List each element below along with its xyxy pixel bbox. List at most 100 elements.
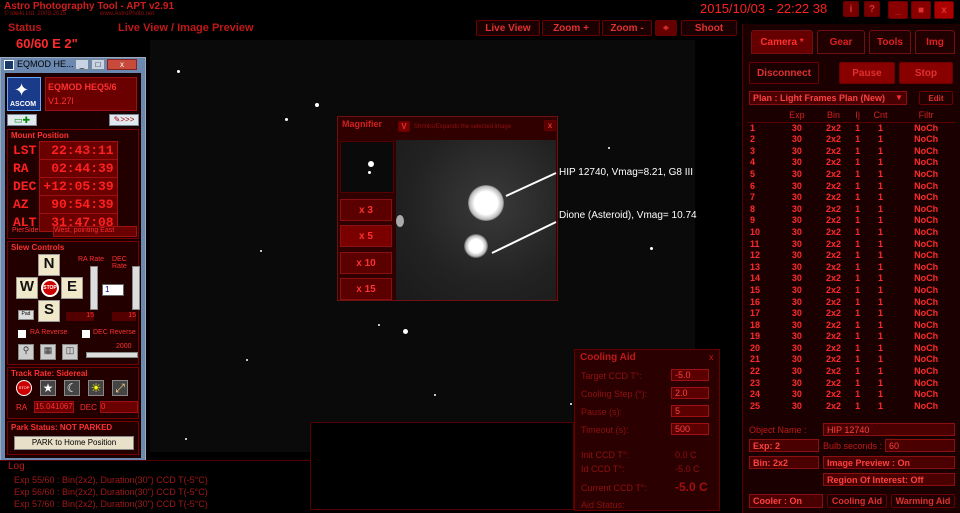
plan-cell: 1 xyxy=(855,342,861,353)
cooler-select[interactable]: Cooler : On xyxy=(749,494,823,508)
dec-track-value[interactable]: 0 xyxy=(100,401,138,413)
plan-cell: NoCh xyxy=(914,215,939,226)
setup-button[interactable]: ▭✚ xyxy=(7,114,37,126)
pad-button[interactable]: Pad xyxy=(18,310,34,320)
ra-rate-slider[interactable] xyxy=(90,266,98,310)
eqmod-close[interactable]: x xyxy=(107,59,137,70)
expand-button[interactable]: ✎>>> xyxy=(109,114,139,126)
plan-row[interactable]: 20 30 2x2 1 1 NoCh xyxy=(747,343,955,355)
eqmod-window: EQMOD HE... _ □ x ✦ ASCOM EQMOD HEQ5/6 V… xyxy=(0,57,146,461)
stop-track-icon[interactable]: STOP xyxy=(16,380,32,396)
log-title: Log xyxy=(8,461,25,472)
annotation-hip: HIP 12740, Vmag=8.21, G8 III xyxy=(559,167,694,178)
plan-header-cell: Bin xyxy=(815,110,852,123)
right-panel: Camera * Gear Tools Img Disconnect Pause… xyxy=(742,24,960,513)
plan-cell: 2x2 xyxy=(826,389,842,400)
plan-row[interactable]: 7 30 2x2 1 1 NoCh xyxy=(747,192,955,204)
grid-icon[interactable]: ▦ xyxy=(40,344,56,360)
plan-row[interactable]: 22 30 2x2 1 1 NoCh xyxy=(747,366,955,378)
ra-reverse-checkbox[interactable] xyxy=(18,330,26,338)
plan-cell: NoCh xyxy=(914,284,939,295)
plan-row[interactable]: 11 30 2x2 1 1 NoCh xyxy=(747,239,955,251)
slew-north[interactable]: N xyxy=(38,254,60,276)
tab-tools[interactable]: Tools xyxy=(869,30,911,54)
eqmod-min[interactable]: _ xyxy=(75,59,89,70)
cooling-step-field[interactable]: 2.0 xyxy=(671,387,709,399)
plan-row[interactable]: 2 30 2x2 1 1 NoCh xyxy=(747,134,955,146)
plan-row[interactable]: 4 30 2x2 1 1 NoCh xyxy=(747,157,955,169)
slew-south[interactable]: S xyxy=(38,300,60,322)
custom-icon[interactable]: ⤢ xyxy=(112,380,128,396)
target-temp-label: Target CCD T°: xyxy=(581,371,642,381)
plan-row[interactable]: 24 30 2x2 1 1 NoCh xyxy=(747,389,955,401)
histogram-panel xyxy=(310,422,574,510)
plan-cell: 1 xyxy=(877,366,883,377)
tab-img[interactable]: Img xyxy=(915,30,955,54)
pause-button[interactable]: Pause xyxy=(839,62,895,84)
speed-slider[interactable] xyxy=(86,352,138,358)
tab-camera[interactable]: Camera * xyxy=(751,30,813,54)
track-title: Track Rate: Sidereal xyxy=(11,369,88,378)
disconnect-button[interactable]: Disconnect xyxy=(749,62,819,84)
plan-cell: 30 xyxy=(791,261,802,272)
plan-row[interactable]: 23 30 2x2 1 1 NoCh xyxy=(747,378,955,390)
slew-west[interactable]: W xyxy=(16,277,38,299)
warming-aid-button[interactable]: Warming Aid xyxy=(891,494,955,508)
object-name-field[interactable]: HIP 12740 xyxy=(823,423,955,436)
plan-row[interactable]: 8 30 2x2 1 1 NoCh xyxy=(747,204,955,216)
plan-row[interactable]: 9 30 2x2 1 1 NoCh xyxy=(747,215,955,227)
binoculars-icon[interactable]: ⚲ xyxy=(18,344,34,360)
plan-row[interactable]: 25 30 2x2 1 1 NoCh xyxy=(747,401,955,413)
tab-gear[interactable]: Gear xyxy=(817,30,865,54)
roi-select[interactable]: Region Of Interest: Off xyxy=(823,473,955,486)
exp-select[interactable]: Exp: 2 xyxy=(749,439,819,452)
timeout-field[interactable]: 500 xyxy=(671,423,709,435)
plan-cell: 1 xyxy=(855,168,861,179)
pause-field[interactable]: 5 xyxy=(671,405,709,417)
cooling-close[interactable]: x xyxy=(709,352,714,362)
spiral-icon[interactable]: ◫ xyxy=(62,344,78,360)
bulb-field[interactable]: 60 xyxy=(885,439,955,452)
plan-cell: 1 xyxy=(877,354,883,365)
sidereal-icon[interactable]: ★ xyxy=(40,380,56,396)
bin-select[interactable]: Bin: 2x2 xyxy=(749,456,819,469)
plan-row[interactable]: 12 30 2x2 1 1 NoCh xyxy=(747,250,955,262)
lunar-icon[interactable]: ☾ xyxy=(64,380,80,396)
plan-select[interactable]: Plan : Light Frames Plan (New) xyxy=(749,91,907,105)
plan-row[interactable]: 18 30 2x2 1 1 NoCh xyxy=(747,320,955,332)
rate-select[interactable]: 1 xyxy=(102,284,124,296)
cooling-aid-button[interactable]: Cooling Aid xyxy=(827,494,887,508)
dec-rate-slider[interactable] xyxy=(132,266,140,310)
eqmod-max[interactable]: □ xyxy=(91,59,105,70)
plan-row[interactable]: 6 30 2x2 1 1 NoCh xyxy=(747,181,955,193)
ra-track-value[interactable]: 15.041067 xyxy=(34,401,74,413)
slew-stop[interactable]: STOP xyxy=(41,279,59,297)
ra-rate-label: RA Rate xyxy=(78,256,105,263)
plan-row[interactable]: 19 30 2x2 1 1 NoCh xyxy=(747,331,955,343)
solar-icon[interactable]: ☀ xyxy=(88,380,104,396)
park-button[interactable]: PARK to Home Position xyxy=(14,436,134,450)
plan-row[interactable]: 13 30 2x2 1 1 NoCh xyxy=(747,262,955,274)
image-preview-select[interactable]: Image Preview : On xyxy=(823,456,955,469)
plan-row[interactable]: 3 30 2x2 1 1 NoCh xyxy=(747,146,955,158)
plan-row[interactable]: 5 30 2x2 1 1 NoCh xyxy=(747,169,955,181)
plan-row[interactable]: 15 30 2x2 1 1 NoCh xyxy=(747,285,955,297)
plan-row[interactable]: 17 30 2x2 1 1 NoCh xyxy=(747,308,955,320)
park-status: Park Status: NOT PARKED xyxy=(11,423,113,432)
plan-cell: 24 xyxy=(750,389,761,400)
plan-row[interactable]: 14 30 2x2 1 1 NoCh xyxy=(747,273,955,285)
dec-reverse-checkbox[interactable] xyxy=(82,330,90,338)
plan-cell: 1 xyxy=(750,122,756,133)
plan-header-row: Exp Bin I| Cnt Filtr xyxy=(747,110,955,123)
stop-button[interactable]: Stop xyxy=(899,62,953,84)
plan-row[interactable]: 1 30 2x2 1 1 NoCh xyxy=(747,122,955,134)
edit-button[interactable]: Edit xyxy=(919,91,953,105)
target-temp-field[interactable]: -5.0 xyxy=(671,369,709,381)
plan-row[interactable]: 16 30 2x2 1 1 NoCh xyxy=(747,297,955,309)
plan-row[interactable]: 10 30 2x2 1 1 NoCh xyxy=(747,227,955,239)
slew-east[interactable]: E xyxy=(61,277,83,299)
dec-label: DEC xyxy=(13,179,37,194)
plan-row[interactable]: 21 30 2x2 1 1 NoCh xyxy=(747,354,955,366)
chevron-down-icon[interactable]: ▼ xyxy=(895,93,903,102)
plan-cell: 2x2 xyxy=(826,122,842,133)
